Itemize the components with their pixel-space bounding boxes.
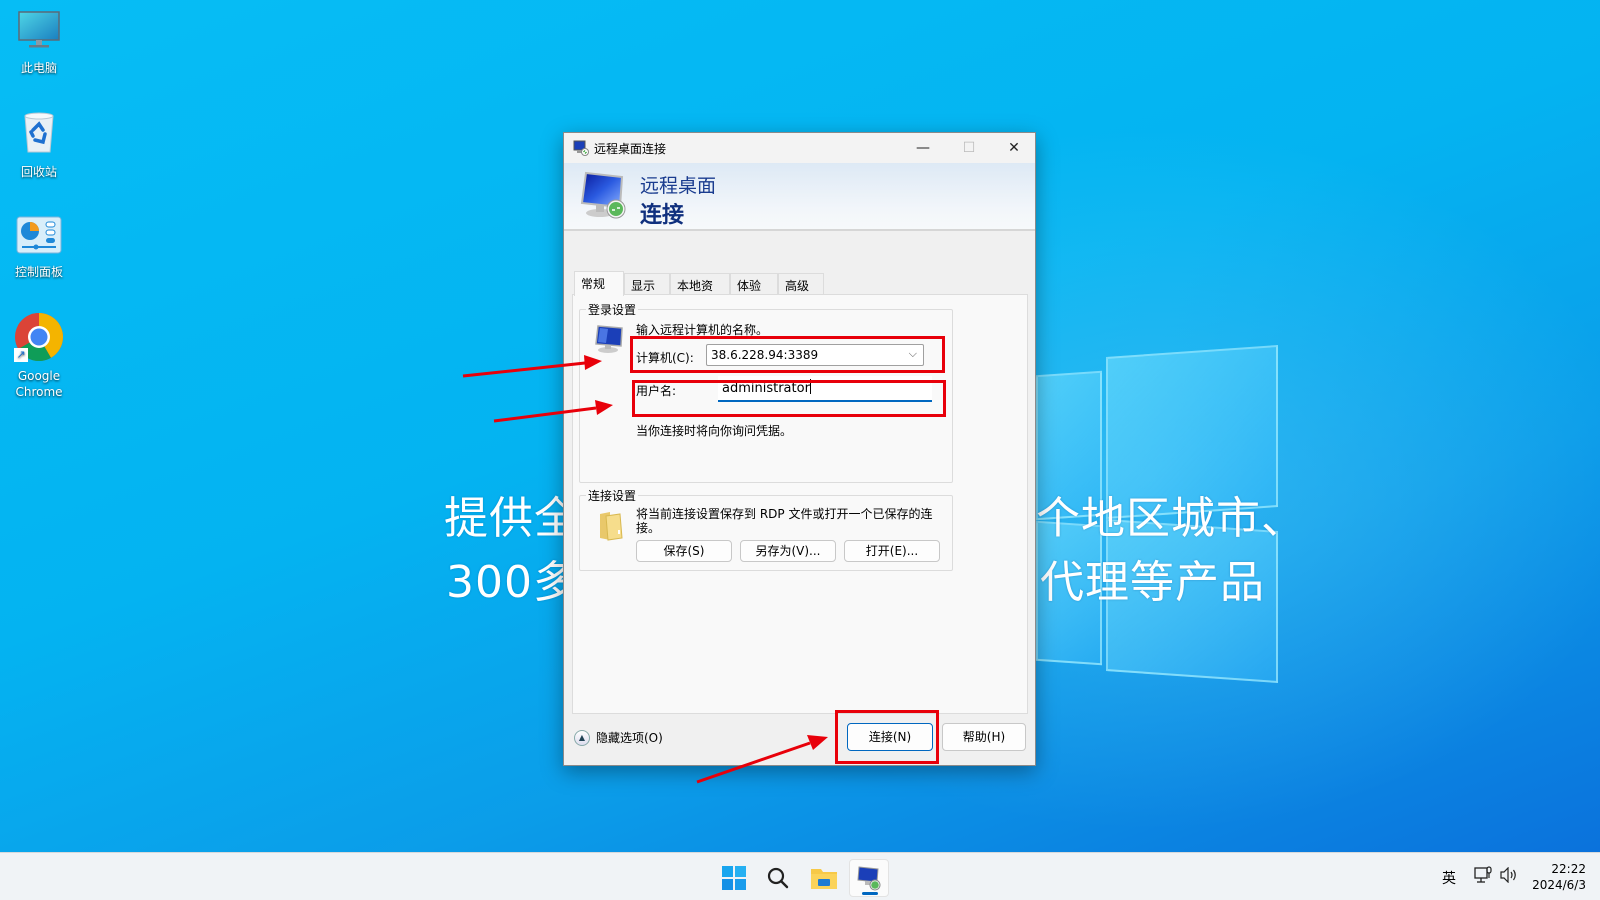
tab-display[interactable]: 显示 xyxy=(624,273,670,295)
start-icon xyxy=(722,866,746,890)
desktop-icon-recycle-bin[interactable]: 回收站 xyxy=(4,110,74,180)
this-pc-icon xyxy=(4,10,74,54)
tab-local-resources[interactable]: 本地资源 xyxy=(670,273,730,310)
wallpaper-text-line2-left: 300多 xyxy=(446,557,578,608)
clock-time: 22:22 xyxy=(1551,862,1586,876)
tab-advanced[interactable]: 高级 xyxy=(778,273,824,295)
recycle-bin-icon xyxy=(4,110,74,158)
control-panel-icon xyxy=(4,216,74,258)
hide-options-toggle[interactable]: ▲ 隐藏选项(O) xyxy=(574,729,663,746)
connection-description-line2: 接。 xyxy=(636,521,661,535)
save-button[interactable]: 保存(S) xyxy=(636,540,732,562)
computer-value: 38.6.228.94:3389 xyxy=(711,348,819,362)
desktop-icon-google-chrome[interactable]: ↗ Google Chrome xyxy=(4,312,74,400)
remote-desktop-icon xyxy=(857,866,881,891)
search-button[interactable] xyxy=(758,859,798,897)
remote-desktop-taskbar-button[interactable] xyxy=(849,859,889,897)
credentials-note: 当你连接时将向你询问凭据。 xyxy=(636,424,793,438)
window-title: 远程桌面连接 xyxy=(594,142,667,156)
maximize-button[interactable]: ☐ xyxy=(946,133,992,163)
connection-settings-group: 连接设置 将当前连接设置保存到 RDP 文件或打开一个已保存的连 接。 保存(S… xyxy=(579,487,953,571)
desktop-icon-label: 控制面板 xyxy=(14,265,63,279)
close-button[interactable]: ✕ xyxy=(991,133,1037,163)
remote-desktop-monitor-icon xyxy=(578,169,628,225)
clock-date: 2024/6/3 xyxy=(1532,878,1586,892)
minimize-button[interactable]: — xyxy=(900,133,946,163)
computer-name-instruction: 输入远程计算机的名称。 xyxy=(636,323,769,337)
computer-combobox[interactable]: 38.6.228.94:3389 ⌵ xyxy=(706,344,924,366)
open-button[interactable]: 打开(E)... xyxy=(844,540,940,562)
taskbar: 英 22:22 2024/6/3 xyxy=(0,852,1600,900)
tab-panel-general: 登录设置 输入远程计算机的名称。 计算机(C): 38.6.228.94:338… xyxy=(572,294,1028,714)
wallpaper-text-line1-right: 个地区城市、 xyxy=(1036,493,1306,544)
desktop-icon-label: Chrome xyxy=(15,385,63,399)
desktop-icon-label: 回收站 xyxy=(20,165,57,179)
dialog-header-banner: 远程桌面 连接 xyxy=(564,163,1035,231)
save-as-button[interactable]: 另存为(V)... xyxy=(740,540,836,562)
logon-settings-group: 登录设置 输入远程计算机的名称。 计算机(C): 38.6.228.94:338… xyxy=(579,301,953,483)
remote-desktop-dialog: 远程桌面连接 — ☐ ✕ 远程桌面 连接 常规 显示 本地资源 体验 高级 登录… xyxy=(563,132,1036,766)
logon-settings-legend: 登录设置 xyxy=(586,301,639,318)
help-button[interactable]: 帮助(H) xyxy=(942,723,1026,751)
hide-options-label: 隐藏选项(O) xyxy=(596,731,663,745)
file-explorer-button[interactable] xyxy=(804,859,844,897)
username-label: 用户名: xyxy=(636,384,677,398)
volume-icon[interactable] xyxy=(1499,866,1519,886)
wallpaper-text-line1-left: 提供全 xyxy=(444,493,579,544)
tab-experience[interactable]: 体验 xyxy=(730,273,778,295)
desktop-icon-label: Google xyxy=(17,369,61,383)
search-icon xyxy=(767,867,789,889)
folder-icon xyxy=(596,510,626,546)
shortcut-arrow-icon: ↗ xyxy=(14,348,28,362)
wallpaper-text-line2-right: 代理等产品 xyxy=(1040,557,1265,608)
start-button[interactable] xyxy=(714,859,754,897)
desktop-icon-this-pc[interactable]: 此电脑 xyxy=(4,10,74,76)
header-title-line2: 连接 xyxy=(640,203,685,228)
ime-indicator[interactable]: 英 xyxy=(1442,868,1456,888)
chrome-icon: ↗ xyxy=(14,312,64,362)
username-value: administrator xyxy=(722,381,810,396)
system-clock[interactable]: 22:22 2024/6/3 xyxy=(1532,861,1586,893)
connection-description-line1: 将当前连接设置保存到 RDP 文件或打开一个已保存的连 xyxy=(636,507,933,521)
text-caret xyxy=(809,379,811,394)
connect-button[interactable]: 连接(N) xyxy=(847,723,933,751)
tab-general[interactable]: 常规 xyxy=(574,271,624,296)
desktop-icon-control-panel[interactable]: 控制面板 xyxy=(4,216,74,280)
title-bar[interactable]: 远程桌面连接 — ☐ ✕ xyxy=(564,133,1035,163)
computer-label: 计算机(C): xyxy=(636,351,694,365)
collapse-up-icon: ▲ xyxy=(574,729,590,746)
network-icon[interactable] xyxy=(1474,866,1494,887)
active-indicator xyxy=(862,892,878,895)
header-title-line1: 远程桌面 xyxy=(640,175,717,197)
chevron-down-icon[interactable]: ⌵ xyxy=(909,347,917,361)
desktop-icon-label: 此电脑 xyxy=(20,61,57,75)
file-explorer-icon xyxy=(811,869,837,889)
computer-icon xyxy=(592,324,626,358)
remote-desktop-app-icon xyxy=(573,140,589,160)
connection-settings-legend: 连接设置 xyxy=(586,487,639,504)
username-input[interactable]: administrator xyxy=(718,376,932,402)
